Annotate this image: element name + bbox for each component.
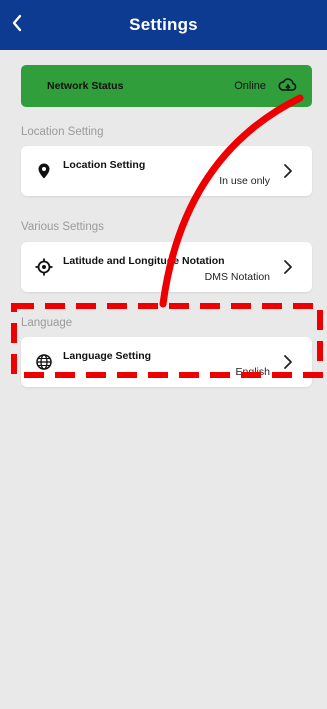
language-setting-item[interactable]: Language Setting English [21,337,312,387]
location-setting-value: In use only [219,175,270,187]
network-status-bar: Network Status Online [21,65,312,107]
language-setting-value: English [235,366,270,378]
chevron-right-icon [284,355,292,369]
top-app-bar: Settings [0,0,327,50]
section-title-language: Language [21,317,73,329]
network-status-label: Network Status [47,80,124,92]
location-setting-item[interactable]: Location Setting In use only [21,146,312,196]
lat-long-notation-value: DMS Notation [204,271,270,283]
language-setting-label: Language Setting [63,350,152,362]
chevron-right-icon [284,260,292,274]
lat-long-notation-label: Latitude and Longitude Notation [63,255,225,267]
section-title-location: Location Setting [21,126,104,138]
page-title: Settings [129,15,198,34]
globe-icon [36,354,52,370]
lat-long-notation-item[interactable]: Latitude and Longitude Notation DMS Nota… [21,242,312,292]
chevron-right-icon [284,164,292,178]
section-title-various: Various Settings [21,221,104,233]
crosshair-icon [35,258,53,276]
location-setting-label: Location Setting [63,159,146,171]
network-status-value: Online [234,80,266,92]
cloud-sync-icon [278,78,297,91]
location-pin-icon [38,163,50,179]
